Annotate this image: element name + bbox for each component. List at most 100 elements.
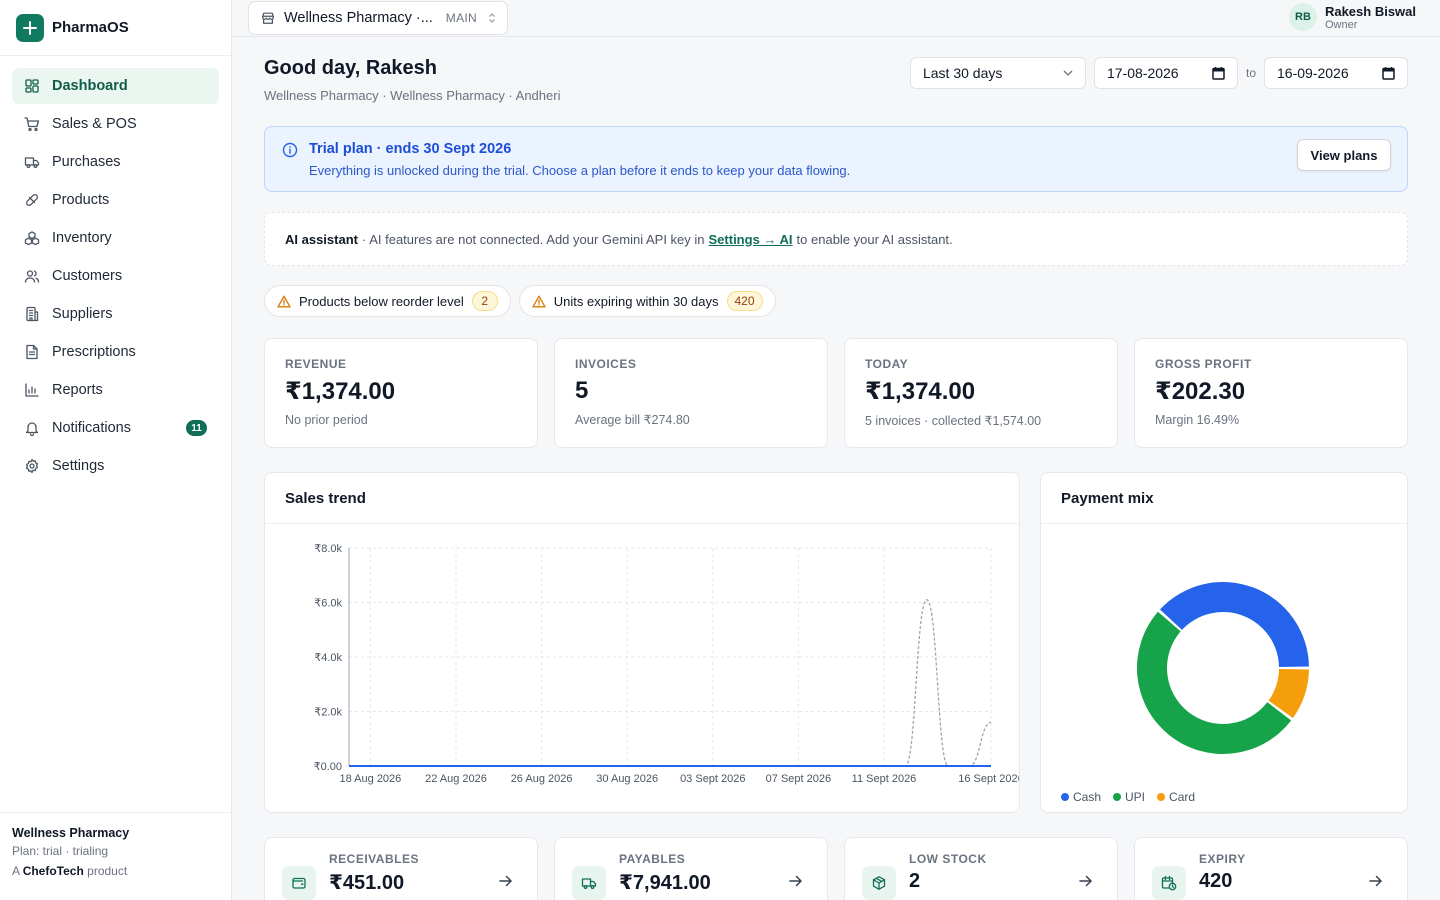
app-name: PharmaOS — [52, 19, 129, 36]
info-icon — [282, 142, 298, 158]
bar-chart-icon — [24, 382, 40, 398]
kpi-row: REVENUE ₹1,374.00 No prior period INVOICES 5… — [264, 338, 1408, 448]
range-select[interactable]: Last 30 days — [909, 57, 1086, 89]
arrow-right-icon[interactable] — [499, 875, 513, 887]
user-menu[interactable]: RB Rakesh Biswal Owner — [1288, 3, 1416, 31]
sidebar-item-settings[interactable]: Settings — [12, 448, 219, 484]
x-tick-label: 16 Sept 2026 — [958, 773, 1019, 785]
summary-card-label: EXPIRY — [1199, 852, 1246, 866]
sidebar-item-purchases[interactable]: Purchases — [12, 144, 219, 180]
sidebar-item-suppliers[interactable]: Suppliers — [12, 296, 219, 332]
arrow-right-icon[interactable] — [1369, 875, 1383, 887]
date-to-input[interactable]: 16-09-2026 — [1264, 57, 1408, 89]
sidebar-item-prescriptions[interactable]: Prescriptions — [12, 334, 219, 370]
topbar: Wellness Pharmacy ·... MAIN RB Rakesh Bi… — [232, 0, 1440, 37]
alert-label: Products below reorder level — [299, 293, 464, 309]
date-to-value: 16-09-2026 — [1277, 65, 1349, 81]
kpi-label: GROSS PROFIT — [1155, 357, 1252, 371]
brand[interactable]: PharmaOS — [0, 0, 231, 56]
settings-ai-link[interactable]: Settings → AI — [709, 232, 793, 247]
legend-label: Cash — [1073, 790, 1102, 804]
legend-swatch — [1061, 793, 1069, 801]
calendar-icon — [1382, 67, 1395, 80]
summary-card-payables[interactable]: PAYABLES ₹7,941.00 — [554, 837, 828, 900]
trial-banner: Trial plan · ends 30 Sept 2026 Everythin… — [264, 126, 1408, 192]
sales-trend-chart: ₹0.00 ₹2.0k ₹4.0k ₹6.0k ₹8.0k 18 Aug 2026 22 A… — [314, 543, 1019, 785]
summary-card-value: 420 — [1199, 870, 1233, 892]
summary-card-value: ₹451.00 — [329, 872, 405, 894]
kpi-label: INVOICES — [575, 357, 637, 371]
x-tick-label: 26 Aug 2026 — [511, 773, 573, 785]
sidebar-item-notifications[interactable]: Notifications 11 — [12, 410, 219, 446]
boxes-icon — [24, 230, 40, 246]
x-tick-label: 18 Aug 2026 — [340, 773, 402, 785]
sidebar-item-products[interactable]: Products — [12, 182, 219, 218]
sales-trend-title: Sales trend — [265, 473, 1019, 524]
date-from-input[interactable]: 17-08-2026 — [1093, 57, 1238, 89]
calendar-clock-icon — [1152, 866, 1186, 900]
package-icon — [862, 866, 896, 900]
alert-count-badge: 2 — [471, 291, 498, 311]
logo-plus-icon — [16, 13, 44, 42]
kpi-value: 5 — [575, 377, 589, 404]
sidebar-item-label: Notifications — [52, 420, 131, 436]
summary-card-expiry[interactable]: EXPIRY 420 — [1134, 837, 1408, 900]
sidebar-nav: Dashboard Sales & POS Purchases Products Inv… — [0, 56, 231, 484]
sidebar-item-customers[interactable]: Customers — [12, 258, 219, 294]
truck-icon — [24, 154, 40, 170]
file-icon — [24, 344, 40, 360]
kpi-subtext: Margin 16.49% — [1155, 413, 1240, 427]
building-icon — [24, 306, 40, 322]
sidebar-footer: Wellness Pharmacy Plan: trial · trialing… — [0, 812, 231, 900]
kpi-label: TODAY — [865, 357, 909, 371]
summary-card-value: 2 — [909, 870, 921, 892]
kpi-card: REVENUE ₹1,374.00 No prior period — [264, 338, 538, 448]
summary-card-low-stock[interactable]: LOW STOCK 2 — [844, 837, 1118, 900]
payment-mix-chart — [1137, 582, 1309, 755]
chevrons-up-down-icon — [489, 13, 495, 23]
sidebar-item-label: Customers — [52, 268, 123, 284]
kpi-card: TODAY ₹1,374.00 5 invoices · collected ₹1,… — [844, 338, 1118, 448]
dashboard-icon — [24, 78, 40, 94]
users-icon — [24, 268, 40, 284]
footer-store-name: Wellness Pharmacy — [12, 826, 130, 840]
sidebar-item-reports[interactable]: Reports — [12, 372, 219, 408]
payment-mix-card: Payment mix Cash UPI Card — [1040, 472, 1408, 813]
sidebar-item-label: Sales & POS — [52, 116, 137, 132]
legend-item-cash: Cash — [1061, 790, 1101, 804]
legend-label: UPI — [1125, 790, 1146, 804]
cart-icon — [24, 116, 40, 132]
alert-pill[interactable]: Products below reorder level 2 — [264, 285, 511, 317]
notification-count-badge: 11 — [186, 420, 207, 436]
store-switcher[interactable]: Wellness Pharmacy ·... MAIN — [248, 1, 508, 35]
sidebar-item-inventory[interactable]: Inventory — [12, 220, 219, 256]
summary-card-receivables[interactable]: RECEIVABLES ₹451.00 — [264, 837, 538, 900]
ai-assistant-notice: AI assistant · AI features are not conne… — [264, 212, 1408, 266]
alert-count-badge: 420 — [726, 291, 763, 311]
x-tick-label: 30 Aug 2026 — [596, 773, 658, 785]
sidebar-item-label: Dashboard — [52, 78, 128, 94]
arrow-right-icon[interactable] — [1079, 875, 1093, 887]
summary-card-label: PAYABLES — [619, 852, 686, 866]
view-plans-button[interactable]: View plans — [1297, 139, 1391, 171]
kpi-label: REVENUE — [285, 357, 347, 371]
sidebar-item-label: Purchases — [52, 154, 121, 170]
x-tick-label: 11 Sept 2026 — [852, 773, 917, 785]
trial-title: Trial plan · ends 30 Sept 2026 — [309, 141, 512, 157]
arrow-right-icon[interactable] — [789, 875, 803, 887]
made-brand: ChefoTech — [22, 864, 84, 878]
kpi-subtext: 5 invoices · collected ₹1,574.00 — [865, 414, 1042, 428]
sidebar: PharmaOS Dashboard Sales & POS Purchases Pr… — [0, 0, 232, 900]
sidebar-item-sales-pos[interactable]: Sales & POS — [12, 106, 219, 142]
summary-card-label: LOW STOCK — [909, 852, 987, 866]
alert-pill[interactable]: Units expiring within 30 days 420 — [518, 285, 776, 317]
payment-mix-legend: Cash UPI Card — [1061, 790, 1207, 804]
kpi-subtext: Average bill ₹274.80 — [575, 413, 690, 427]
to-label: to — [1245, 66, 1256, 80]
sidebar-item-label: Settings — [52, 458, 105, 474]
alert-pills: Products below reorder level 2 Units expir… — [264, 285, 784, 317]
sidebar-item-dashboard[interactable]: Dashboard — [12, 68, 219, 104]
calendar-icon — [1212, 67, 1225, 80]
truck-icon — [572, 866, 606, 900]
donut-slice-cash[interactable] — [1159, 582, 1309, 668]
